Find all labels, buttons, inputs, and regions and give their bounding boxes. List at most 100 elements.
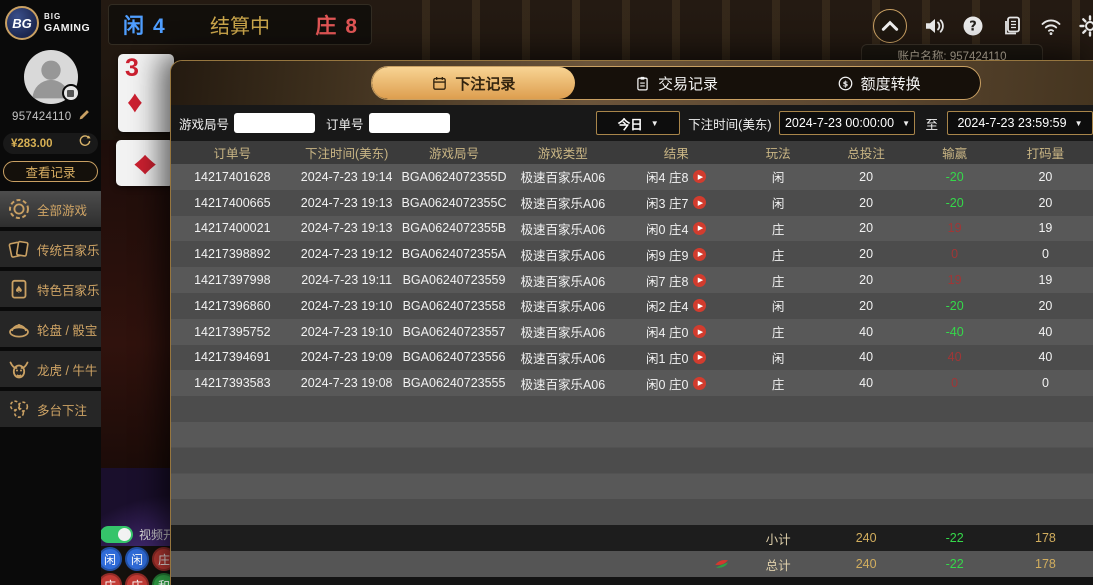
sidebar-item-label: 特色百家乐 — [37, 280, 100, 299]
cell-round: BGA06240723556 — [400, 350, 509, 364]
time-to-dropdown[interactable]: 2024-7-23 23:59:59 ▼ — [947, 111, 1093, 135]
cell-time: 2024-7-23 19:10 — [294, 299, 400, 313]
sidebar-item-classic-baccarat[interactable]: 传统百家乐 — [0, 231, 101, 267]
tab-transaction-records[interactable]: 交易记录 — [575, 67, 778, 99]
collapse-chevron-up-button[interactable] — [873, 9, 907, 43]
sidebar-item-multi-table-bet[interactable]: 多台下注 — [0, 391, 101, 427]
total-swirl-icon — [617, 557, 735, 571]
cell-winloss: -40 — [911, 325, 998, 339]
help-icon[interactable]: ? — [961, 14, 985, 38]
records-copy-icon[interactable] — [1000, 14, 1024, 38]
cell-result: 闲2 庄4 ▶ — [617, 296, 735, 315]
tab-label: 交易记录 — [658, 73, 718, 94]
bead-plate: 闲 闲 庄 庄 庄 和 — [97, 546, 178, 585]
table-row: 14217395752 2024-7-23 19:10 BGA062407235… — [171, 319, 1093, 345]
settings-gear-icon[interactable] — [1078, 14, 1093, 38]
edit-pencil-icon[interactable] — [78, 108, 91, 126]
sound-icon[interactable] — [922, 14, 946, 38]
date-preset-dropdown[interactable]: 今日 ▼ — [596, 111, 680, 135]
bead-marker: 闲 — [125, 547, 149, 571]
sidebar-item-roulette-sicbo[interactable]: 轮盘 / 骰宝 — [0, 311, 101, 347]
replay-play-icon[interactable]: ▶ — [693, 299, 706, 312]
diamond-suit-icon: ♦ — [127, 84, 143, 120]
replay-play-icon[interactable]: ▶ — [693, 377, 706, 390]
replay-play-icon[interactable]: ▶ — [693, 274, 706, 287]
cell-time: 2024-7-23 19:09 — [294, 350, 400, 364]
player-score: 闲4 — [123, 10, 165, 40]
subtotal-label: 小计 — [735, 529, 821, 548]
replay-play-icon[interactable]: ▶ — [693, 222, 706, 235]
time-to-value: 2024-7-23 23:59:59 — [957, 116, 1066, 130]
cell-type: 极速百家乐A06 — [508, 167, 617, 186]
network-wifi-icon[interactable] — [1039, 14, 1063, 38]
cell-turnover: 40 — [998, 325, 1093, 339]
cell-winloss: -20 — [911, 196, 998, 210]
cell-play: 庄 — [735, 271, 821, 290]
col-header-bet: 总投注 — [821, 143, 911, 162]
sidebar-item-label: 多台下注 — [37, 400, 87, 419]
cell-order: 14217398892 — [171, 247, 294, 261]
sidebar-item-all-games[interactable]: 全部游戏 — [0, 191, 101, 227]
cell-order: 14217393583 — [171, 376, 294, 390]
avatar-badge-icon — [62, 84, 80, 102]
cell-type: 极速百家乐A06 — [508, 322, 617, 341]
cell-time: 2024-7-23 19:14 — [294, 170, 400, 184]
total-winloss: -22 — [911, 557, 998, 571]
cell-round: BGA06240723555 — [400, 376, 509, 390]
video-toggle[interactable] — [100, 526, 133, 543]
cell-order: 14217401628 — [171, 170, 294, 184]
brand-name-line1: BIG — [44, 13, 90, 21]
cell-type: 极速百家乐A06 — [508, 348, 617, 367]
bull-icon — [7, 357, 31, 381]
cell-result: 闲4 庄8 ▶ — [617, 167, 735, 186]
svg-text:?: ? — [969, 20, 977, 35]
bead-marker: 闲 — [98, 547, 122, 571]
result-text: 闲0 庄0 — [646, 374, 688, 393]
result-text: 闲4 庄0 — [646, 322, 688, 341]
view-records-button[interactable]: 查看记录 — [3, 161, 98, 182]
tab-quota-transfer[interactable]: $ 额度转换 — [777, 67, 980, 99]
cell-type: 极速百家乐A06 — [508, 219, 617, 238]
cell-bet: 40 — [821, 350, 911, 364]
cell-result: 闲0 庄0 ▶ — [617, 374, 735, 393]
replay-play-icon[interactable]: ▶ — [693, 351, 706, 364]
cell-round: BGA06240723559 — [400, 273, 509, 287]
bet-time-label: 下注时间(美东) — [688, 114, 771, 133]
replay-play-icon[interactable]: ▶ — [693, 196, 706, 209]
cell-turnover: 0 — [998, 376, 1093, 390]
game-round-input[interactable] — [234, 113, 315, 133]
replay-play-icon[interactable]: ▶ — [693, 248, 706, 261]
avatar[interactable] — [24, 50, 78, 104]
subtotal-winloss: -22 — [911, 531, 998, 545]
chevron-down-icon: ▼ — [1075, 119, 1083, 128]
replay-play-icon[interactable]: ▶ — [693, 325, 706, 338]
table-empty-rows — [171, 396, 1093, 525]
sidebar-item-special-baccarat[interactable]: ♠ 特色百家乐 — [0, 271, 101, 307]
sidebar-item-dragon-tiger-bull[interactable]: 龙虎 / 牛牛 — [0, 351, 101, 387]
refresh-balance-icon[interactable] — [78, 134, 92, 153]
filter-row: 游戏局号 订单号 今日 ▼ 下注时间(美东) 2024-7-23 00:00:0… — [171, 105, 1093, 141]
card-rank: 3 — [125, 54, 139, 83]
cell-play: 庄 — [735, 219, 821, 238]
tab-bet-records[interactable]: 下注记录 — [372, 67, 575, 99]
cell-winloss: 19 — [911, 273, 998, 287]
table-header-row: 订单号 下注时间(美东) 游戏局号 游戏类型 结果 玩法 总投注 输赢 打码量 — [171, 141, 1093, 164]
banker-score: 庄8 — [315, 10, 357, 40]
order-no-input[interactable] — [369, 113, 450, 133]
replay-play-icon[interactable]: ▶ — [693, 170, 706, 183]
subtotal-turnover: 178 — [998, 531, 1093, 545]
result-text: 闲1 庄0 — [646, 348, 688, 367]
chevron-down-icon: ▼ — [651, 119, 659, 128]
cell-round: BGA0624072355C — [400, 196, 509, 210]
cell-play: 闲 — [735, 348, 821, 367]
subtotal-bet: 240 — [821, 531, 911, 545]
game-round-label: 游戏局号 — [179, 114, 229, 133]
cell-winloss: 40 — [911, 350, 998, 364]
col-header-order: 订单号 — [171, 143, 294, 162]
time-from-dropdown[interactable]: 2024-7-23 00:00:00 ▼ — [779, 111, 915, 135]
cell-order: 14217394691 — [171, 350, 294, 364]
col-header-type: 游戏类型 — [508, 143, 617, 162]
coin-transfer-icon: $ — [837, 75, 854, 92]
cell-bet: 40 — [821, 325, 911, 339]
table-row: 14217401628 2024-7-23 19:14 BGA062407235… — [171, 164, 1093, 190]
